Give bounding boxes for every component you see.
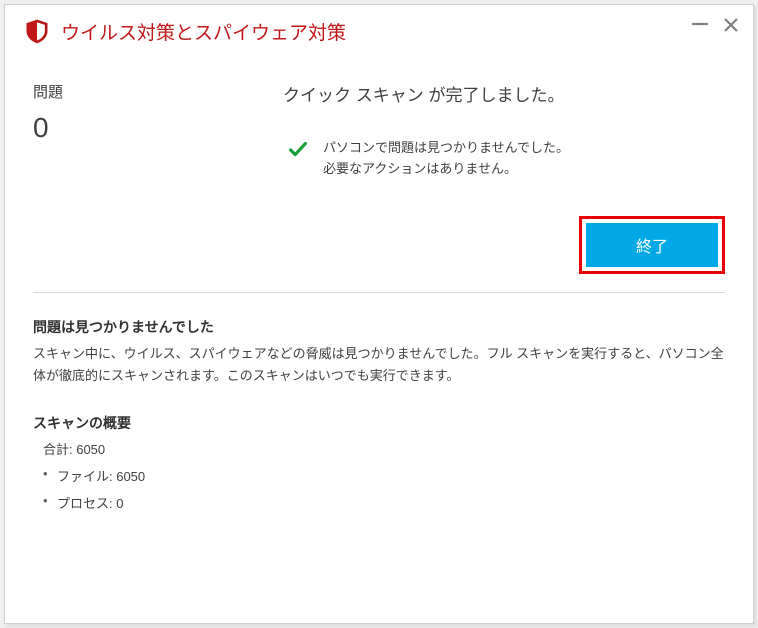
status-column: クイック スキャン が完了しました。 パソコンで問題は見つかりませんでした。 必… (283, 81, 725, 180)
window-controls (691, 15, 739, 37)
result-line1: パソコンで問題は見つかりませんでした。 (323, 138, 569, 159)
check-icon (287, 139, 309, 161)
summary-list: ファイル: 6050 プロセス: 0 (43, 466, 725, 512)
result-text: パソコンで問題は見つかりませんでした。 必要なアクションはありません。 (323, 138, 569, 180)
summary-section: スキャンの概要 合計: 6050 ファイル: 6050 プロセス: 0 (33, 413, 725, 512)
close-icon[interactable] (723, 17, 739, 36)
button-row: 終了 (33, 216, 725, 274)
finish-button-highlight: 終了 (579, 216, 725, 274)
details-section: 問題は見つかりませんでした スキャン中に、ウイルス、スパイウェアなどの脅威は見つ… (33, 317, 725, 387)
titlebar: ウイルス対策とスパイウェア対策 (5, 5, 753, 53)
content-area: 問題 0 クイック スキャン が完了しました。 パソコンで問題は見つかりませんで… (5, 53, 753, 512)
result-row: パソコンで問題は見つかりませんでした。 必要なアクションはありません。 (287, 138, 725, 180)
problems-label: 問題 (33, 81, 283, 102)
problems-count: 0 (33, 112, 283, 144)
summary-total: 合計: 6050 (43, 439, 725, 458)
result-line2: 必要なアクションはありません。 (323, 159, 569, 180)
not-found-heading: 問題は見つかりませんでした (33, 317, 725, 337)
summary-files: ファイル: 6050 (43, 466, 725, 485)
summary-processes: プロセス: 0 (43, 493, 725, 512)
scan-complete-title: クイック スキャン が完了しました。 (283, 81, 725, 106)
finish-button[interactable]: 終了 (586, 223, 718, 267)
scan-result-section: 問題 0 クイック スキャン が完了しました。 パソコンで問題は見つかりませんで… (33, 81, 725, 180)
divider (33, 292, 725, 293)
problems-column: 問題 0 (33, 81, 283, 180)
summary-heading: スキャンの概要 (33, 413, 725, 433)
window-title: ウイルス対策とスパイウェア対策 (61, 18, 346, 45)
minimize-icon[interactable] (691, 15, 709, 37)
mcafee-shield-icon (23, 17, 51, 45)
not-found-text: スキャン中に、ウイルス、スパイウェアなどの脅威は見つかりませんでした。フル スキ… (33, 343, 725, 387)
app-window: ウイルス対策とスパイウェア対策 問題 0 クイック スキャン が完了しました。 (4, 4, 754, 624)
